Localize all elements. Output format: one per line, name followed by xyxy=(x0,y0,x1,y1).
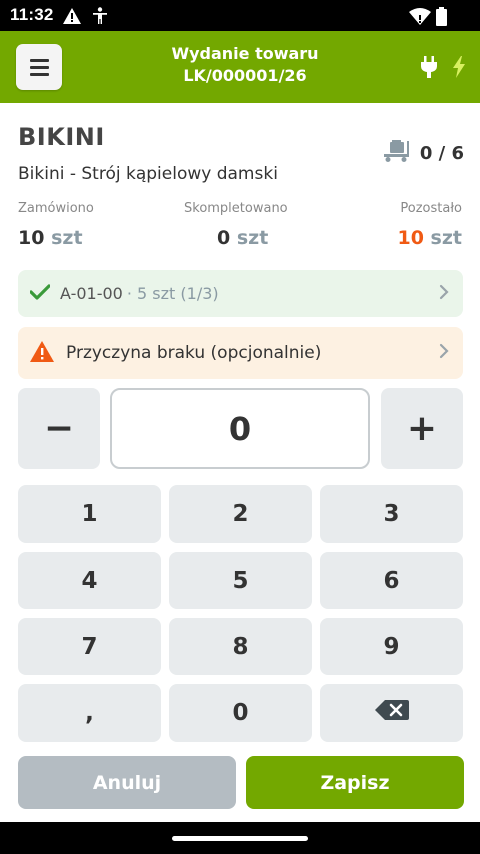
ordered-unit: szt xyxy=(51,227,83,249)
backspace-icon xyxy=(374,700,409,726)
key-0[interactable]: 0 xyxy=(169,684,312,742)
cancel-button[interactable]: Anuluj xyxy=(18,756,236,809)
pallet-truck-icon xyxy=(382,139,412,167)
status-bar: 11:32 xyxy=(0,0,480,31)
chevron-right-icon xyxy=(439,343,449,363)
key-6[interactable]: 6 xyxy=(320,552,463,609)
accessibility-icon xyxy=(90,6,110,26)
app-bar: Wydanie towaru LK/000001/26 xyxy=(0,31,480,103)
location-card[interactable]: A-01-00 · 5 szt (1/3) xyxy=(18,270,463,317)
remaining-number: 10 xyxy=(397,227,424,249)
ordered-value: 10 szt xyxy=(18,227,83,249)
warning-icon xyxy=(62,6,82,26)
battery-icon xyxy=(434,6,448,26)
backspace-button[interactable] xyxy=(320,684,463,742)
product-name: Bikini - Strój kąpielowy damski xyxy=(18,164,278,184)
completed-value: 0 szt xyxy=(217,227,268,249)
increment-button[interactable]: + xyxy=(381,388,463,469)
completed-label: Skompletowano xyxy=(184,201,288,216)
shortage-reason-label: Przyczyna braku (opcjonalnie) xyxy=(66,343,322,363)
key-comma[interactable]: , xyxy=(18,684,161,742)
remaining-value: 10 szt xyxy=(397,227,462,249)
menu-button[interactable] xyxy=(16,44,62,90)
product-code: BIKINI xyxy=(18,123,105,151)
remaining-unit: szt xyxy=(430,227,462,249)
check-icon xyxy=(29,283,51,304)
location-detail: · 5 szt (1/3) xyxy=(126,284,219,303)
pick-progress: 0 / 6 xyxy=(382,139,464,167)
decrement-button[interactable]: − xyxy=(18,388,100,469)
page-title-line2: LK/000001/26 xyxy=(183,66,307,85)
key-2[interactable]: 2 xyxy=(169,485,312,543)
page-title-line1: Wydanie towaru xyxy=(171,44,319,63)
plug-icon xyxy=(418,55,440,79)
ordered-number: 10 xyxy=(18,227,45,249)
shortage-reason-card[interactable]: Przyczyna braku (opcjonalnie) xyxy=(18,327,463,379)
menu-icon xyxy=(29,58,49,62)
status-time: 11:32 xyxy=(10,5,54,24)
location-code: A-01-00 xyxy=(60,284,123,303)
key-7[interactable]: 7 xyxy=(18,618,161,675)
ordered-label: Zamówiono xyxy=(18,201,94,216)
key-8[interactable]: 8 xyxy=(169,618,312,675)
navigation-bar xyxy=(0,822,480,854)
key-3[interactable]: 3 xyxy=(320,485,463,543)
wifi-icon xyxy=(408,6,432,26)
warning-icon xyxy=(30,340,54,366)
key-5[interactable]: 5 xyxy=(169,552,312,609)
key-1[interactable]: 1 xyxy=(18,485,161,543)
key-4[interactable]: 4 xyxy=(18,552,161,609)
page-title: Wydanie towaru LK/000001/26 xyxy=(100,43,390,87)
key-9[interactable]: 9 xyxy=(320,618,463,675)
home-gesture-handle[interactable] xyxy=(172,836,308,841)
chevron-right-icon xyxy=(439,284,449,304)
completed-unit: szt xyxy=(236,227,269,249)
main-content: BIKINI Bikini - Strój kąpielowy damski 0… xyxy=(0,103,480,822)
quantity-input[interactable]: 0 xyxy=(110,388,370,469)
bolt-icon xyxy=(448,55,470,79)
remaining-label: Pozostało xyxy=(400,201,462,216)
save-button[interactable]: Zapisz xyxy=(246,756,464,809)
progress-text: 0 / 6 xyxy=(419,142,464,164)
completed-number: 0 xyxy=(217,227,231,249)
